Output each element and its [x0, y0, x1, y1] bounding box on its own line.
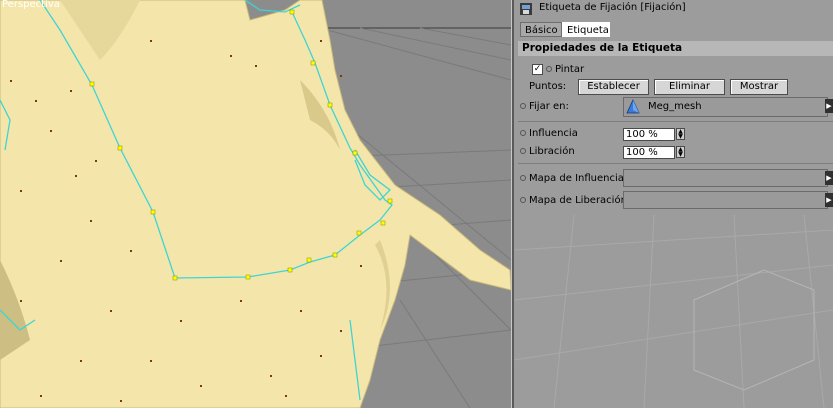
mapa-liberacion-row: Mapa de Liberación — [520, 195, 627, 206]
viewport-canvas[interactable] — [0, 0, 511, 408]
viewport-label: Perspectiva — [2, 0, 60, 10]
libracion-stepper[interactable]: ▲ ▼ — [676, 146, 685, 158]
fijar-en-dropdown-arrow-icon[interactable]: ▶ — [825, 99, 833, 113]
influencia-row: Influencia — [520, 128, 578, 139]
mapa-influencia-row: Mapa de Influencia — [520, 173, 624, 184]
animation-dot-icon[interactable] — [520, 197, 526, 203]
fijar-en-row: Fijar en: — [520, 101, 569, 112]
animation-dot-icon[interactable] — [520, 130, 526, 136]
character-mesh[interactable] — [0, 0, 511, 408]
pintar-checkbox[interactable]: ✓ — [532, 64, 543, 75]
tab-basico[interactable]: Básico — [520, 22, 562, 37]
animation-dot-icon[interactable] — [520, 148, 526, 154]
mapa-liberacion-field[interactable] — [623, 191, 828, 209]
section-header-tag-properties: Propiedades de la Etiqueta — [518, 41, 833, 56]
tab-etiqueta[interactable]: Etiqueta — [562, 22, 610, 37]
influencia-stepper[interactable]: ▲ ▼ — [676, 128, 685, 140]
mapa-influencia-dropdown-arrow-icon[interactable]: ▶ — [825, 171, 833, 185]
mapa-influencia-field[interactable] — [623, 169, 828, 187]
mapa-influencia-label: Mapa de Influencia — [529, 173, 624, 184]
eliminar-button[interactable]: Eliminar — [654, 79, 725, 95]
libracion-input[interactable]: 100 % — [623, 146, 675, 159]
viewport-perspective[interactable]: Perspectiva — [0, 0, 511, 408]
mostrar-button[interactable]: Mostrar — [730, 79, 788, 95]
fijar-en-object-name: Meg_mesh — [648, 101, 702, 112]
polygon-object-icon — [626, 99, 640, 114]
separator — [518, 121, 833, 122]
animation-dot-icon[interactable] — [520, 175, 526, 181]
attribute-manager-panel: Etiqueta de Fijación [Fijación] Básico E… — [514, 0, 833, 408]
pintar-label: Pintar — [555, 64, 585, 75]
panel-title: Etiqueta de Fijación [Fijación] — [539, 2, 686, 13]
pintar-row: Pintar — [546, 64, 584, 75]
animation-dot-icon[interactable] — [520, 103, 526, 109]
mapa-liberacion-label: Mapa de Liberación — [529, 195, 627, 206]
separator — [518, 163, 833, 164]
animation-dot-icon[interactable] — [546, 66, 552, 72]
establecer-button[interactable]: Establecer — [578, 79, 649, 95]
influencia-input[interactable]: 100 % — [623, 128, 675, 141]
mapa-liberacion-dropdown-arrow-icon[interactable]: ▶ — [825, 193, 833, 207]
libracion-label: Libración — [529, 146, 575, 157]
panel-title-bar: Etiqueta de Fijación [Fijación] — [514, 0, 833, 19]
libracion-row: Libración — [520, 146, 575, 157]
influencia-label: Influencia — [529, 128, 578, 139]
fijar-en-label: Fijar en: — [529, 101, 569, 112]
fixation-tag-icon — [520, 3, 532, 15]
puntos-label: Puntos: — [529, 81, 567, 92]
